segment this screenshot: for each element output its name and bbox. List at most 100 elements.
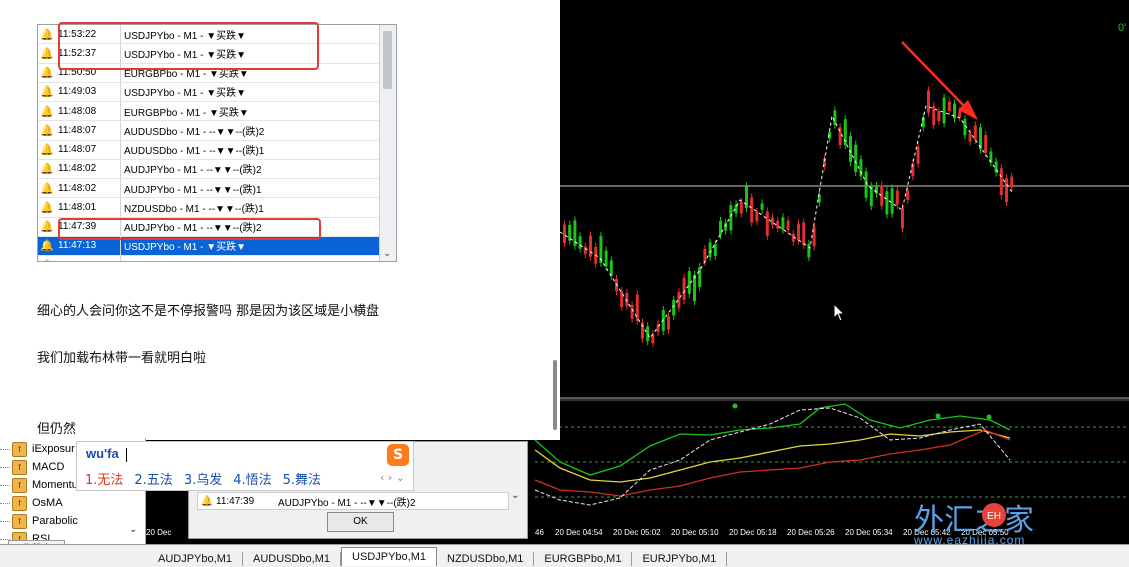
navigator-item[interactable]: f Parabolic (0, 512, 145, 530)
time-tick: 46 (535, 528, 544, 537)
indicator-icon: f (12, 495, 27, 511)
candle-body (760, 203, 764, 210)
alert-row[interactable]: 🔔 11:48:02 AUDJPYbo - M1 - --▼▼--(跌)2 (38, 159, 396, 179)
sogou-logo-icon[interactable]: S (387, 444, 409, 466)
alert-time: 11:48:08 (58, 105, 97, 117)
candle-body (953, 103, 956, 119)
bell-icon: 🔔 (40, 200, 54, 214)
symbol-tab[interactable]: EURJPYbo,M1 (632, 551, 728, 566)
article-paragraph: 我们加载布林带一看就明白啦 (37, 351, 207, 366)
bell-icon: 🔔 (40, 143, 54, 157)
candle-body (568, 224, 572, 241)
bell-icon: 🔔 (40, 239, 54, 253)
symbol-tab[interactable]: AUDUSDbo,M1 (243, 551, 342, 566)
candle-body (755, 211, 759, 222)
symbol-tab[interactable]: USDJPYbo,M1 (341, 546, 437, 566)
alert-time: 11:50:50 (58, 67, 97, 79)
article-panel: 🔔 11:53:22 USDJPYbo - M1 - ▼买跌▼ 🔔 11:52:37 US… (0, 0, 560, 440)
column-divider (120, 25, 121, 44)
candle-body (729, 205, 733, 231)
ime-candidate[interactable]: 2.五法 (134, 469, 172, 488)
alert-message: AUDJPYbo - M1 - --▼▼--(跌)1 (124, 258, 396, 261)
alert-message: USDJPYbo - M1 - ▼买跌▼ (124, 242, 247, 254)
alerts-scrollbar[interactable]: ⌄ (379, 25, 396, 261)
article-scrollbar[interactable] (553, 360, 557, 430)
navigator-item-label: OsMA (32, 497, 63, 509)
candle-body (901, 207, 904, 229)
indicator-icon: f (12, 513, 27, 529)
candle-body (703, 248, 707, 263)
candle-body (937, 111, 941, 121)
alert-message: NZDUSDbo - M1 - --▼▼--(跌)1 (124, 203, 264, 215)
scroll-thumb[interactable] (383, 31, 392, 89)
alert-row[interactable]: 🔔 11:48:01 NZDUSDbo - M1 - --▼▼--(跌)1 (38, 198, 396, 218)
candle-body (890, 188, 894, 214)
ok-button[interactable]: OK (327, 512, 394, 532)
article-paragraph: 但仍然 (37, 422, 77, 437)
navigator-item-label: Parabolic (32, 515, 78, 527)
ime-candidate[interactable]: 1.无法 (85, 469, 123, 488)
candle-body (797, 223, 800, 241)
column-divider (120, 102, 121, 121)
time-tick: 20 Dec 05:26 (787, 528, 835, 537)
article-paragraph: 细心的人会问你这不是不停报警吗 那是因为该区域是小横盘 (37, 304, 380, 319)
alert-message: AUDJPYbo - M1 - --▼▼--(跌)2 (124, 165, 262, 177)
candle-body (765, 211, 769, 236)
navigator-item[interactable]: f OsMA (0, 494, 145, 512)
chevron-down-icon[interactable]: ⌄ (383, 248, 391, 259)
alert-message: AUDUSDbo - M1 - --▼▼--(跌)1 (124, 146, 265, 158)
alert-row[interactable]: 🔔 11:48:02 AUDJPYbo - M1 - --▼▼--(跌)1 (38, 179, 396, 199)
candle-body (984, 135, 988, 153)
chevron-down-icon[interactable]: ⌄ (511, 490, 519, 501)
watermark-logo: 外汇之家 www.eazhijia.com EH (914, 497, 1129, 547)
alert-row[interactable]: 🔔 11:48:08 EURGBPbo - M1 - ▼买跌▼ (38, 102, 396, 122)
chevron-down-icon[interactable]: ⌄ (129, 524, 137, 535)
navigator-item-label: iExposur (32, 443, 75, 455)
alert-row[interactable]: 🔔 11:47:13 USDJPYbo - M1 - ▼买跌▼ (38, 236, 396, 256)
candle-body (677, 292, 681, 308)
tree-connector (0, 466, 10, 468)
candle-body (973, 125, 977, 140)
alert-row[interactable]: 🔔 11:50:50 EURGBPbo - M1 - ▼买跌▼ (38, 63, 396, 83)
navigator-item-label: MACD (32, 461, 65, 473)
symbol-tab[interactable]: EURGBPbo,M1 (534, 551, 633, 566)
bell-icon: 🔔 (40, 85, 54, 99)
symbol-tab[interactable]: AUDJPYbo,M1 (148, 551, 243, 566)
alert-row[interactable]: 🔔 11:52:37 USDJPYbo - M1 - ▼买跌▼ (38, 44, 396, 64)
alert-time: 11:47:13 (56, 260, 120, 261)
time-tick: 20 Dec 04:54 (555, 528, 603, 537)
alert-message: USDJPYbo - M1 - ▼买跌▼ (124, 88, 247, 100)
bell-icon: 🔔 (40, 46, 54, 60)
alert-row[interactable]: 🔔 11:49:03 USDJPYbo - M1 - ▼买跌▼ (38, 82, 396, 102)
alert-row[interactable]: 🔔 11:48:07 AUDUSDbo - M1 - --▼▼--(跌)2 (38, 121, 396, 141)
candle-body (999, 168, 1003, 196)
alert-row[interactable]: 🔔 11:48:07 AUDUSDbo - M1 - --▼▼--(跌)1 (38, 140, 396, 160)
alert-row[interactable]: 🔔11:47:13 AUDJPYbo - M1 - --▼▼--(跌)1 (38, 256, 396, 261)
ime-candidate[interactable]: 4.悟法 (233, 469, 271, 488)
candle-body (635, 294, 639, 321)
alert-time: 11:52:37 (58, 47, 97, 59)
candle-body (947, 101, 951, 112)
alert-time: 11:48:02 (58, 182, 97, 194)
candle-body (885, 191, 889, 215)
alert-row[interactable]: 🔔 11:47:39 AUDJPYbo - M1 - --▼▼--(跌)2 (38, 217, 396, 237)
candle-body (745, 186, 748, 208)
symbol-tab[interactable]: NZDUSDbo,M1 (437, 551, 535, 566)
alerts-list[interactable]: 🔔 11:53:22 USDJPYbo - M1 - ▼买跌▼ 🔔 11:52:37 US… (37, 24, 397, 262)
eh-badge-text: EH (987, 511, 1001, 522)
candle-body (916, 146, 920, 164)
candle-body (583, 246, 587, 255)
candle-body (739, 201, 743, 214)
list-item[interactable]: 🔔 11:47:39 AUDJPYbo - M1 - --▼▼--(跌)2 (197, 492, 509, 510)
bell-icon: 🔔 (40, 162, 54, 176)
ime-pager[interactable]: ‹ › ⌄ (380, 471, 405, 484)
candle-body (1005, 178, 1008, 202)
alert-time: 11:48:07 (58, 124, 97, 136)
alert-message: AUDJPYbo - M1 - --▼▼--(跌)2 (124, 223, 262, 235)
candle-body (563, 224, 566, 243)
time-tick: 20 Dec 05:02 (613, 528, 661, 537)
bell-icon: 🔔 (40, 220, 54, 234)
ime-candidate[interactable]: 3.乌发 (184, 469, 222, 488)
ime-candidate[interactable]: 5.舞法 (283, 469, 321, 488)
alert-row[interactable]: 🔔 11:53:22 USDJPYbo - M1 - ▼买跌▼ (38, 25, 396, 45)
